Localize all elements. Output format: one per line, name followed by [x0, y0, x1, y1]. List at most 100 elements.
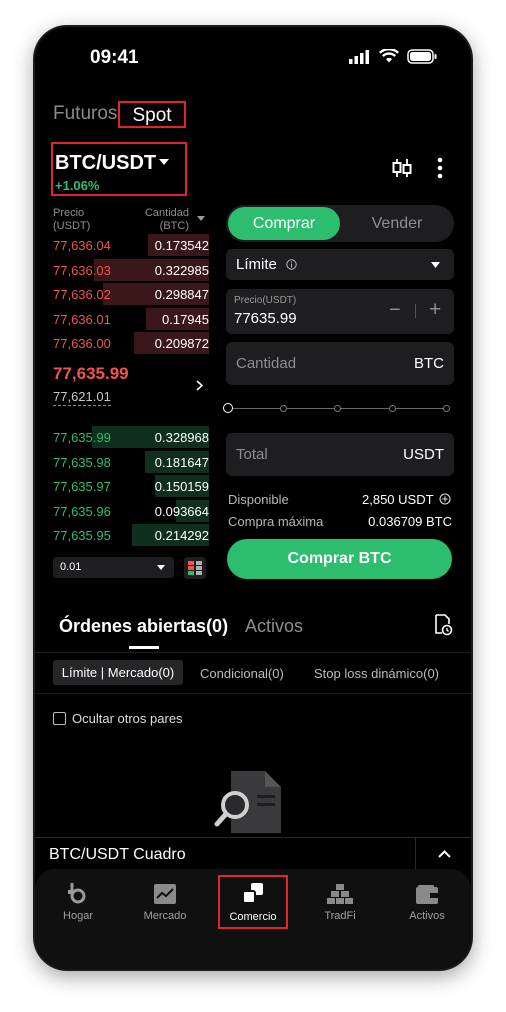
ask-row[interactable]: 77,636.00 0.209872: [35, 331, 209, 355]
wallet-icon: [416, 885, 438, 904]
divider: [415, 837, 416, 869]
slider-step-75[interactable]: [389, 405, 396, 412]
price-decrement-button[interactable]: −: [389, 299, 401, 322]
signal-icon: [349, 49, 369, 64]
asks-list: 77,636.04 0.173542 77,636.03 0.322985 77,636…: [35, 233, 209, 358]
chevron-up-icon[interactable]: [438, 850, 451, 858]
ask-row[interactable]: 77,636.01 0.17945: [35, 307, 209, 331]
price-field[interactable]: Precio(USDT) 77635.99 − +: [226, 289, 454, 334]
nav-tradfi-label: TradFi: [324, 910, 356, 922]
row-quantity: 0.093664: [154, 503, 209, 519]
total-unit: USDT: [403, 446, 444, 463]
order-type-select[interactable]: Límite: [226, 249, 454, 280]
slider-step-25[interactable]: [280, 405, 287, 412]
tab-assets[interactable]: Activos: [245, 616, 303, 637]
price-input[interactable]: 77635.99: [234, 310, 297, 327]
status-time: 09:41: [90, 47, 139, 68]
bid-row[interactable]: 77,635.99 0.328968: [35, 425, 209, 449]
bid-row[interactable]: 77,635.97 0.150159: [35, 474, 209, 498]
amount-placeholder: Cantidad: [236, 355, 297, 372]
subtab-trailing-stop[interactable]: Stop loss dinámico(0): [314, 666, 439, 681]
precision-select[interactable]: 0.01: [53, 557, 174, 578]
trade-icon: [242, 883, 263, 904]
nav-assets[interactable]: Activos: [387, 879, 467, 922]
tab-spot[interactable]: Spot: [120, 105, 184, 127]
row-quantity: 0.173542: [154, 238, 209, 253]
nav-home[interactable]: Hogar: [38, 879, 118, 922]
caret-down-icon: [431, 262, 440, 268]
available-value: 2,850 USDT: [362, 492, 434, 507]
row-price: 77,635.98: [53, 454, 111, 470]
row-price: 77,635.97: [53, 479, 111, 494]
bids-list: 77,635.99 0.328968 77,635.98 0.181647 77,635…: [35, 425, 209, 550]
buy-tab[interactable]: Comprar: [228, 207, 340, 240]
sell-tab[interactable]: Vender: [342, 207, 452, 240]
nav-tradfi[interactable]: TradFi: [300, 879, 380, 922]
hide-pairs-checkbox[interactable]: [53, 712, 66, 725]
price-header-label: Precio: [53, 207, 85, 219]
home-logo-icon: [68, 883, 86, 904]
ask-row[interactable]: 77,636.02 0.298847: [35, 282, 209, 306]
slider-step-50[interactable]: [334, 405, 341, 412]
more-options-icon[interactable]: [437, 156, 443, 180]
order-history-icon[interactable]: [433, 614, 453, 636]
caret-down-icon: [157, 565, 165, 570]
row-quantity: 0.298847: [154, 287, 209, 302]
ask-row[interactable]: 77,636.03 0.322985: [35, 258, 209, 282]
row-quantity: 0.17945: [162, 311, 209, 327]
empty-orders-icon: [214, 771, 281, 833]
buy-sell-toggle: Comprar Vender: [226, 205, 454, 242]
bid-row[interactable]: 77,635.96 0.093664: [35, 499, 209, 523]
max-buy-value: 0.036709 BTC: [368, 514, 452, 529]
add-funds-icon[interactable]: [439, 493, 451, 505]
ask-row[interactable]: 77,636.04 0.173542: [35, 233, 209, 257]
price-field-label: Precio(USDT): [234, 295, 297, 306]
battery-icon: [407, 49, 437, 64]
row-quantity: 0.150159: [154, 479, 209, 494]
chart-bar-label[interactable]: BTC/USDT Cuadro: [49, 846, 186, 864]
pair-selector[interactable]: BTC/USDT +1.06%: [51, 142, 187, 196]
price-increment-button[interactable]: +: [429, 298, 441, 322]
qty-header-unit: (BTC): [159, 220, 189, 232]
bid-row[interactable]: 77,635.95 0.214292: [35, 523, 209, 547]
nav-market[interactable]: Mercado: [125, 879, 205, 922]
slider-step-100[interactable]: [443, 405, 450, 412]
order-type-value: Límite: [236, 256, 277, 273]
nav-trade[interactable]: Comercio: [218, 875, 288, 929]
app-screen: 09:41 Futuros Spot BTC/USDT +1.06% Preci…: [35, 27, 471, 969]
divider: [35, 693, 471, 694]
stepper-divider: [415, 304, 416, 318]
buy-btc-button[interactable]: Comprar BTC: [227, 539, 452, 579]
subtab-conditional[interactable]: Condicional(0): [200, 666, 284, 681]
chevron-right-icon[interactable]: [196, 380, 203, 391]
total-field[interactable]: Total USDT: [226, 433, 454, 476]
row-quantity: 0.209872: [154, 336, 209, 351]
amount-unit: BTC: [414, 355, 444, 372]
amount-slider-handle[interactable]: [223, 403, 233, 413]
nav-home-label: Hogar: [63, 910, 93, 922]
price-header-unit: (USDT): [53, 220, 91, 232]
amount-field[interactable]: Cantidad BTC: [226, 342, 454, 385]
orderbook-price-header: Precio (USDT): [53, 207, 90, 233]
market-chart-icon: [154, 884, 176, 904]
active-tab-indicator: [129, 646, 159, 649]
tab-spot-highlight[interactable]: Spot: [118, 101, 186, 128]
nav-trade-label: Comercio: [229, 911, 277, 923]
row-quantity: 0.328968: [154, 430, 209, 445]
caret-down-icon[interactable]: [197, 216, 205, 221]
row-price: 77,636.00: [53, 336, 111, 351]
pair-name: BTC/USDT: [55, 152, 157, 174]
subtab-limit-market[interactable]: Límite | Mercado(0): [53, 660, 183, 685]
tab-futures[interactable]: Futuros: [53, 103, 117, 125]
mark-price[interactable]: 77,621.01: [53, 389, 111, 406]
row-price: 77,636.02: [53, 287, 111, 302]
candlestick-chart-icon[interactable]: [391, 157, 413, 179]
row-quantity: 0.322985: [154, 262, 209, 278]
total-placeholder: Total: [236, 446, 268, 463]
orderbook-layout-toggle[interactable]: [184, 557, 206, 579]
info-icon[interactable]: [286, 259, 297, 270]
bid-row[interactable]: 77,635.98 0.181647: [35, 450, 209, 474]
divider: [35, 837, 471, 838]
layout-grid-icon: [188, 561, 202, 575]
tab-open-orders[interactable]: Órdenes abiertas(0): [59, 616, 228, 637]
